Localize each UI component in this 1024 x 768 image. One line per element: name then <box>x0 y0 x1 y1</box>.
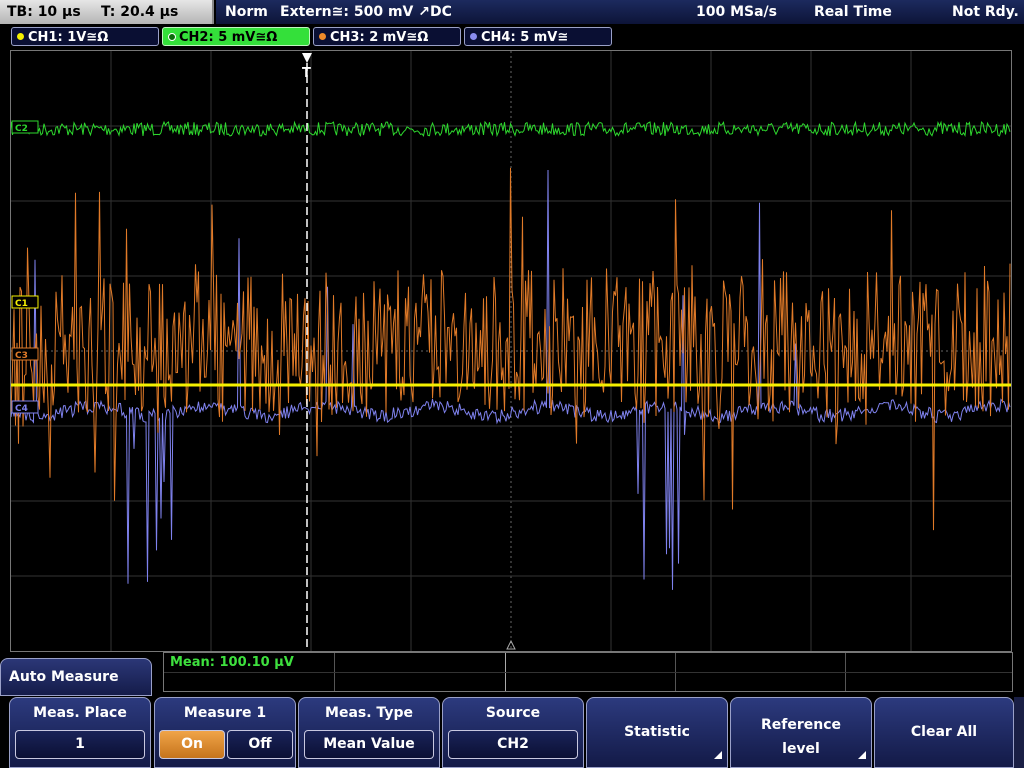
meas-place-title: Meas. Place <box>33 705 127 721</box>
reference-level-softkey[interactable]: Reference level <box>730 697 872 768</box>
ch1-level-marker[interactable]: C1 <box>11 295 39 309</box>
measure1-softkey[interactable]: Measure 1 On Off <box>154 697 296 768</box>
ch3-label: CH3: 2 mV≅Ω <box>330 30 429 45</box>
measure1-on-button[interactable]: On <box>159 730 225 759</box>
timebase-value: TB: 10 µs <box>7 4 81 20</box>
measure1-title: Measure 1 <box>183 705 267 721</box>
menu-title: Auto Measure <box>0 658 152 696</box>
clear-all-label: Clear All <box>910 724 978 740</box>
measurement-panel: Mean: 100.10 µV <box>163 652 1013 692</box>
source-softkey[interactable]: Source CH2 <box>442 697 584 768</box>
submenu-corner-icon <box>714 751 722 759</box>
trigger-mode: Norm <box>225 4 268 20</box>
acquisition-mode: Real Time <box>814 4 892 20</box>
ch4-color-dot <box>470 33 477 40</box>
trigger-status-bar[interactable]: Norm Extern≅: 500 mV ↗DC 100 MSa/s Real … <box>216 0 1024 24</box>
timebase-status[interactable]: TB: 10 µs T: 20.4 µs <box>0 0 214 24</box>
meas-place-value[interactable]: 1 <box>15 730 145 759</box>
ch3-color-dot <box>319 33 326 40</box>
ch4-level-marker[interactable]: C4 <box>11 400 39 414</box>
ch2-trace <box>11 120 1011 138</box>
waveform-canvas: T C2 C1 C3 C4 <box>11 51 1011 651</box>
acquisition-state: Not Rdy. <box>952 4 1019 20</box>
channel-tab-ch2[interactable]: CH2: 5 mV≅Ω <box>162 27 310 46</box>
meas-type-title: Meas. Type <box>325 705 413 721</box>
trigger-source: Extern≅: 500 mV ↗DC <box>280 4 452 20</box>
trigger-marker-label: T <box>302 66 311 81</box>
softkey-bar-edge <box>1014 697 1024 768</box>
ch2-color-dot <box>168 33 176 41</box>
channel-tab-ch1[interactable]: CH1: 1V≅Ω <box>11 27 159 46</box>
statistic-label: Statistic <box>624 724 690 740</box>
meas-type-softkey[interactable]: Meas. Type Mean Value <box>298 697 440 768</box>
sample-rate: 100 MSa/s <box>696 4 778 20</box>
channel-tab-ch3[interactable]: CH3: 2 mV≅Ω <box>313 27 461 46</box>
reference-level-label: Reference level <box>760 717 842 757</box>
trigger-time-value: T: 20.4 µs <box>101 4 179 20</box>
submenu-corner-icon <box>858 751 866 759</box>
meas-type-value[interactable]: Mean Value <box>304 730 434 759</box>
waveform-display[interactable]: T C2 C1 C3 C4 <box>10 50 1012 652</box>
measure1-off-button[interactable]: Off <box>227 730 293 759</box>
mean-measurement: Mean: 100.10 µV <box>170 655 294 670</box>
ch2-level-marker[interactable]: C2 <box>11 120 39 134</box>
ch1-color-dot <box>17 33 24 40</box>
source-title: Source <box>485 705 541 721</box>
statistic-softkey[interactable]: Statistic <box>586 697 728 768</box>
svg-text:C3: C3 <box>15 351 28 361</box>
clear-all-softkey[interactable]: Clear All <box>874 697 1014 768</box>
source-value[interactable]: CH2 <box>448 730 578 759</box>
ch1-label: CH1: 1V≅Ω <box>28 30 109 45</box>
svg-text:C2: C2 <box>15 124 28 134</box>
channel-tab-ch4[interactable]: CH4: 5 mV≅ <box>464 27 612 46</box>
ch2-label: CH2: 5 mV≅Ω <box>179 30 278 45</box>
meas-place-softkey[interactable]: Meas. Place 1 <box>9 697 151 768</box>
svg-text:C4: C4 <box>15 404 28 414</box>
ch3-level-marker[interactable]: C3 <box>11 347 39 361</box>
ch4-label: CH4: 5 mV≅ <box>481 30 569 45</box>
svg-text:C1: C1 <box>15 299 28 309</box>
